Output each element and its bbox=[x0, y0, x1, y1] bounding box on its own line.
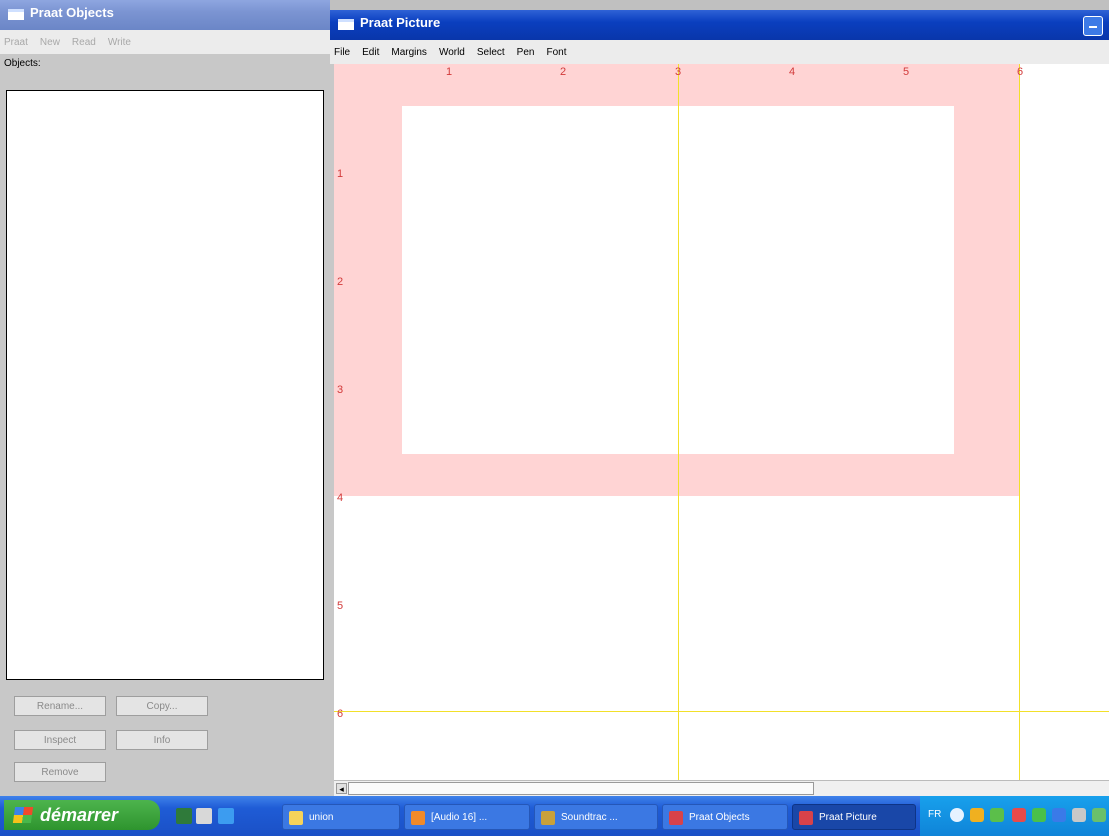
selection-line-vertical bbox=[1019, 64, 1020, 780]
menu-write[interactable]: Write bbox=[108, 37, 131, 48]
picture-canvas[interactable]: 1 2 3 4 5 6 1 2 3 4 5 6 bbox=[334, 64, 1109, 780]
horizontal-scrollbar[interactable]: ◂ bbox=[334, 780, 1109, 797]
taskbar-button-union[interactable]: union bbox=[282, 804, 400, 830]
copy-button[interactable]: Copy... bbox=[116, 696, 208, 716]
windows-logo-icon bbox=[12, 807, 34, 823]
folder-icon bbox=[289, 811, 303, 825]
objects-window-title: Praat Objects bbox=[30, 5, 114, 20]
taskbar-button-label: Praat Objects bbox=[689, 812, 750, 823]
objects-list[interactable] bbox=[6, 90, 324, 680]
menu-read[interactable]: Read bbox=[72, 37, 96, 48]
volume-icon[interactable] bbox=[1072, 808, 1086, 822]
info-button[interactable]: Info bbox=[116, 730, 208, 750]
menu-font[interactable]: Font bbox=[546, 47, 566, 58]
tray-app-icon[interactable] bbox=[990, 808, 1004, 822]
ruler-top-label: 2 bbox=[560, 66, 567, 78]
taskbar: démarrer union [Audio 16] ... Soundtrac … bbox=[0, 796, 1109, 836]
ruler-left-label: 6 bbox=[337, 708, 344, 720]
picture-titlebar[interactable]: Praat Picture bbox=[330, 10, 1109, 40]
remove-button[interactable]: Remove bbox=[14, 762, 106, 782]
selection-line-vertical bbox=[678, 64, 679, 780]
minimize-icon bbox=[1089, 26, 1097, 28]
ruler-top-label: 3 bbox=[675, 66, 682, 78]
inspect-button[interactable]: Inspect bbox=[14, 730, 106, 750]
objects-titlebar[interactable]: Praat Objects bbox=[0, 0, 330, 30]
picture-menubar: File Edit Margins World Select Pen Font bbox=[330, 40, 1109, 64]
ruler-top-label: 5 bbox=[903, 66, 910, 78]
soundtrack-app-icon bbox=[541, 811, 555, 825]
scroll-thumb[interactable] bbox=[348, 782, 814, 795]
taskbar-button-audio[interactable]: [Audio 16] ... bbox=[404, 804, 530, 830]
ruler-left-label: 4 bbox=[337, 492, 344, 504]
taskbar-button-praat-picture[interactable]: Praat Picture bbox=[792, 804, 916, 830]
praat-picture-window: Praat Picture File Edit Margins World Se… bbox=[330, 10, 1109, 797]
start-label: démarrer bbox=[40, 805, 119, 825]
start-button[interactable]: démarrer bbox=[4, 800, 160, 830]
quicklaunch-browser-icon[interactable] bbox=[218, 808, 234, 824]
selection-line-horizontal bbox=[334, 711, 1109, 712]
picture-window-title: Praat Picture bbox=[360, 15, 441, 30]
objects-list-label: Objects: bbox=[4, 58, 41, 69]
tray-app-icon[interactable] bbox=[1052, 808, 1066, 822]
audio-app-icon bbox=[411, 811, 425, 825]
ruler-top-label: 6 bbox=[1017, 66, 1024, 78]
network-icon[interactable] bbox=[1032, 808, 1046, 822]
tray-app-icon[interactable] bbox=[1092, 808, 1106, 822]
quicklaunch-media-icon[interactable] bbox=[196, 808, 212, 824]
menu-select[interactable]: Select bbox=[477, 47, 505, 58]
language-indicator[interactable]: FR bbox=[928, 809, 941, 820]
window-icon bbox=[8, 9, 24, 20]
menu-new[interactable]: New bbox=[40, 37, 60, 48]
taskbar-button-praat-objects[interactable]: Praat Objects bbox=[662, 804, 788, 830]
menu-world[interactable]: World bbox=[439, 47, 465, 58]
rename-button[interactable]: Rename... bbox=[14, 696, 106, 716]
taskbar-button-soundtrack[interactable]: Soundtrac ... bbox=[534, 804, 658, 830]
quicklaunch-app-icon[interactable] bbox=[176, 808, 192, 824]
menu-margins[interactable]: Margins bbox=[391, 47, 427, 58]
praat-icon bbox=[669, 811, 683, 825]
objects-menubar: Praat New Read Write bbox=[0, 30, 330, 54]
praat-objects-window: Praat Objects Praat New Read Write Objec… bbox=[0, 0, 330, 796]
ruler-left-label: 5 bbox=[337, 600, 344, 612]
taskbar-button-label: Praat Picture bbox=[819, 812, 877, 823]
ruler-left-label: 3 bbox=[337, 384, 344, 396]
ruler-left-label: 2 bbox=[337, 276, 344, 288]
taskbar-button-label: Soundtrac ... bbox=[561, 812, 618, 823]
minimize-button[interactable] bbox=[1083, 16, 1103, 36]
praat-icon bbox=[799, 811, 813, 825]
menu-edit[interactable]: Edit bbox=[362, 47, 379, 58]
menu-file[interactable]: File bbox=[334, 47, 350, 58]
ruler-top-label: 4 bbox=[789, 66, 796, 78]
tray-app-icon[interactable] bbox=[1012, 808, 1026, 822]
scroll-left-icon[interactable]: ◂ bbox=[336, 783, 347, 794]
help-icon[interactable] bbox=[950, 808, 964, 822]
tray-app-icon[interactable] bbox=[970, 808, 984, 822]
taskbar-button-label: [Audio 16] ... bbox=[431, 812, 488, 823]
ruler-top-label: 1 bbox=[446, 66, 453, 78]
menu-praat[interactable]: Praat bbox=[4, 37, 28, 48]
menu-pen[interactable]: Pen bbox=[517, 47, 535, 58]
window-icon bbox=[338, 19, 354, 30]
taskbar-button-label: union bbox=[309, 812, 334, 823]
ruler-left-label: 1 bbox=[337, 168, 344, 180]
system-tray: FR bbox=[920, 796, 1109, 836]
